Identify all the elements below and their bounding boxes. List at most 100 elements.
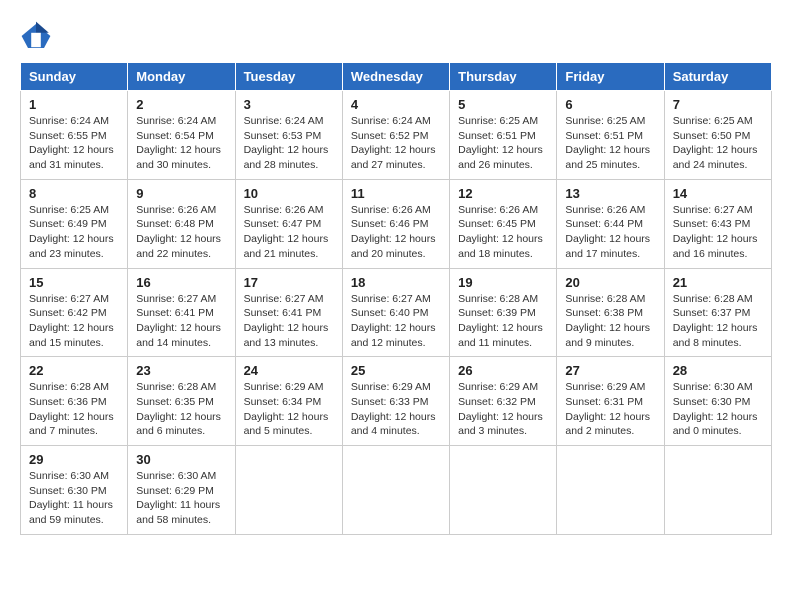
calendar-cell: 25 Sunrise: 6:29 AMSunset: 6:33 PMDayligh… [342,357,449,446]
day-number: 23 [136,363,226,378]
day-info: Sunrise: 6:30 AMSunset: 6:29 PMDaylight:… [136,469,226,528]
weekday-monday: Monday [128,63,235,91]
day-info: Sunrise: 6:26 AMSunset: 6:44 PMDaylight:… [565,203,655,262]
calendar-cell: 16 Sunrise: 6:27 AMSunset: 6:41 PMDayligh… [128,268,235,357]
day-number: 7 [673,97,763,112]
day-number: 21 [673,275,763,290]
day-info: Sunrise: 6:27 AMSunset: 6:41 PMDaylight:… [244,292,334,351]
day-number: 2 [136,97,226,112]
calendar-cell: 17 Sunrise: 6:27 AMSunset: 6:41 PMDayligh… [235,268,342,357]
day-info: Sunrise: 6:27 AMSunset: 6:43 PMDaylight:… [673,203,763,262]
weekday-thursday: Thursday [450,63,557,91]
day-info: Sunrise: 6:25 AMSunset: 6:51 PMDaylight:… [565,114,655,173]
day-info: Sunrise: 6:26 AMSunset: 6:47 PMDaylight:… [244,203,334,262]
day-number: 12 [458,186,548,201]
calendar-cell: 29 Sunrise: 6:30 AMSunset: 6:30 PMDayligh… [21,446,128,535]
day-number: 25 [351,363,441,378]
day-number: 13 [565,186,655,201]
calendar-cell: 5 Sunrise: 6:25 AMSunset: 6:51 PMDaylight… [450,91,557,180]
day-info: Sunrise: 6:30 AMSunset: 6:30 PMDaylight:… [673,380,763,439]
logo-icon [20,20,52,52]
day-number: 4 [351,97,441,112]
day-info: Sunrise: 6:24 AMSunset: 6:53 PMDaylight:… [244,114,334,173]
day-number: 5 [458,97,548,112]
calendar-cell: 6 Sunrise: 6:25 AMSunset: 6:51 PMDaylight… [557,91,664,180]
day-info: Sunrise: 6:29 AMSunset: 6:32 PMDaylight:… [458,380,548,439]
calendar-cell: 7 Sunrise: 6:25 AMSunset: 6:50 PMDaylight… [664,91,771,180]
calendar-cell [450,446,557,535]
day-info: Sunrise: 6:29 AMSunset: 6:33 PMDaylight:… [351,380,441,439]
day-info: Sunrise: 6:27 AMSunset: 6:42 PMDaylight:… [29,292,119,351]
calendar-cell: 15 Sunrise: 6:27 AMSunset: 6:42 PMDayligh… [21,268,128,357]
day-number: 26 [458,363,548,378]
weekday-header-row: SundayMondayTuesdayWednesdayThursdayFrid… [21,63,772,91]
day-info: Sunrise: 6:27 AMSunset: 6:41 PMDaylight:… [136,292,226,351]
day-info: Sunrise: 6:28 AMSunset: 6:37 PMDaylight:… [673,292,763,351]
weekday-sunday: Sunday [21,63,128,91]
day-number: 20 [565,275,655,290]
week-row: 8Sunrise: 6:25 AMSunset: 6:49 PMDaylight… [21,179,772,268]
calendar-cell: 9 Sunrise: 6:26 AMSunset: 6:48 PMDaylight… [128,179,235,268]
day-number: 29 [29,452,119,467]
day-info: Sunrise: 6:25 AMSunset: 6:50 PMDaylight:… [673,114,763,173]
day-number: 8 [29,186,119,201]
day-number: 18 [351,275,441,290]
day-info: Sunrise: 6:25 AMSunset: 6:51 PMDaylight:… [458,114,548,173]
calendar-cell [342,446,449,535]
week-row: 22 Sunrise: 6:28 AMSunset: 6:36 PMDayligh… [21,357,772,446]
day-info: Sunrise: 6:24 AMSunset: 6:54 PMDaylight:… [136,114,226,173]
day-number: 24 [244,363,334,378]
calendar-cell: 27 Sunrise: 6:29 AMSunset: 6:31 PMDayligh… [557,357,664,446]
day-number: 16 [136,275,226,290]
day-number: 30 [136,452,226,467]
day-number: 10 [244,186,334,201]
calendar-cell: 2 Sunrise: 6:24 AMSunset: 6:54 PMDaylight… [128,91,235,180]
day-info: Sunrise: 6:26 AMSunset: 6:48 PMDaylight:… [136,203,226,262]
calendar-cell: 28Sunrise: 6:30 AMSunset: 6:30 PMDayligh… [664,357,771,446]
calendar-cell: 10 Sunrise: 6:26 AMSunset: 6:47 PMDayligh… [235,179,342,268]
day-number: 3 [244,97,334,112]
day-info: Sunrise: 6:29 AMSunset: 6:31 PMDaylight:… [565,380,655,439]
day-number: 15 [29,275,119,290]
calendar-cell: 20Sunrise: 6:28 AMSunset: 6:38 PMDayligh… [557,268,664,357]
calendar-cell: 21 Sunrise: 6:28 AMSunset: 6:37 PMDayligh… [664,268,771,357]
day-info: Sunrise: 6:30 AMSunset: 6:30 PMDaylight:… [29,469,119,528]
day-info: Sunrise: 6:24 AMSunset: 6:55 PMDaylight:… [29,114,119,173]
calendar-cell: 24 Sunrise: 6:29 AMSunset: 6:34 PMDayligh… [235,357,342,446]
day-info: Sunrise: 6:28 AMSunset: 6:36 PMDaylight:… [29,380,119,439]
day-info: Sunrise: 6:27 AMSunset: 6:40 PMDaylight:… [351,292,441,351]
day-number: 9 [136,186,226,201]
calendar-cell: 23 Sunrise: 6:28 AMSunset: 6:35 PMDayligh… [128,357,235,446]
calendar-cell [557,446,664,535]
day-info: Sunrise: 6:29 AMSunset: 6:34 PMDaylight:… [244,380,334,439]
day-number: 22 [29,363,119,378]
calendar-cell: 26 Sunrise: 6:29 AMSunset: 6:32 PMDayligh… [450,357,557,446]
weekday-friday: Friday [557,63,664,91]
week-row: 29 Sunrise: 6:30 AMSunset: 6:30 PMDayligh… [21,446,772,535]
day-number: 27 [565,363,655,378]
weekday-tuesday: Tuesday [235,63,342,91]
day-number: 17 [244,275,334,290]
calendar-cell: 1 Sunrise: 6:24 AMSunset: 6:55 PMDaylight… [21,91,128,180]
day-number: 6 [565,97,655,112]
weekday-saturday: Saturday [664,63,771,91]
calendar-cell: 4 Sunrise: 6:24 AMSunset: 6:52 PMDaylight… [342,91,449,180]
calendar-cell: 12Sunrise: 6:26 AMSunset: 6:45 PMDayligh… [450,179,557,268]
logo [20,20,56,52]
day-number: 1 [29,97,119,112]
day-number: 11 [351,186,441,201]
day-info: Sunrise: 6:28 AMSunset: 6:35 PMDaylight:… [136,380,226,439]
calendar-cell: 8Sunrise: 6:25 AMSunset: 6:49 PMDaylight… [21,179,128,268]
calendar-cell: 30 Sunrise: 6:30 AMSunset: 6:29 PMDayligh… [128,446,235,535]
calendar-cell: 19 Sunrise: 6:28 AMSunset: 6:39 PMDayligh… [450,268,557,357]
weekday-wednesday: Wednesday [342,63,449,91]
day-info: Sunrise: 6:24 AMSunset: 6:52 PMDaylight:… [351,114,441,173]
calendar-cell: 22 Sunrise: 6:28 AMSunset: 6:36 PMDayligh… [21,357,128,446]
day-info: Sunrise: 6:28 AMSunset: 6:39 PMDaylight:… [458,292,548,351]
calendar-cell: 14Sunrise: 6:27 AMSunset: 6:43 PMDayligh… [664,179,771,268]
calendar-body: 1 Sunrise: 6:24 AMSunset: 6:55 PMDaylight… [21,91,772,535]
calendar: SundayMondayTuesdayWednesdayThursdayFrid… [20,62,772,535]
day-number: 19 [458,275,548,290]
page-header [20,20,772,52]
day-info: Sunrise: 6:26 AMSunset: 6:46 PMDaylight:… [351,203,441,262]
